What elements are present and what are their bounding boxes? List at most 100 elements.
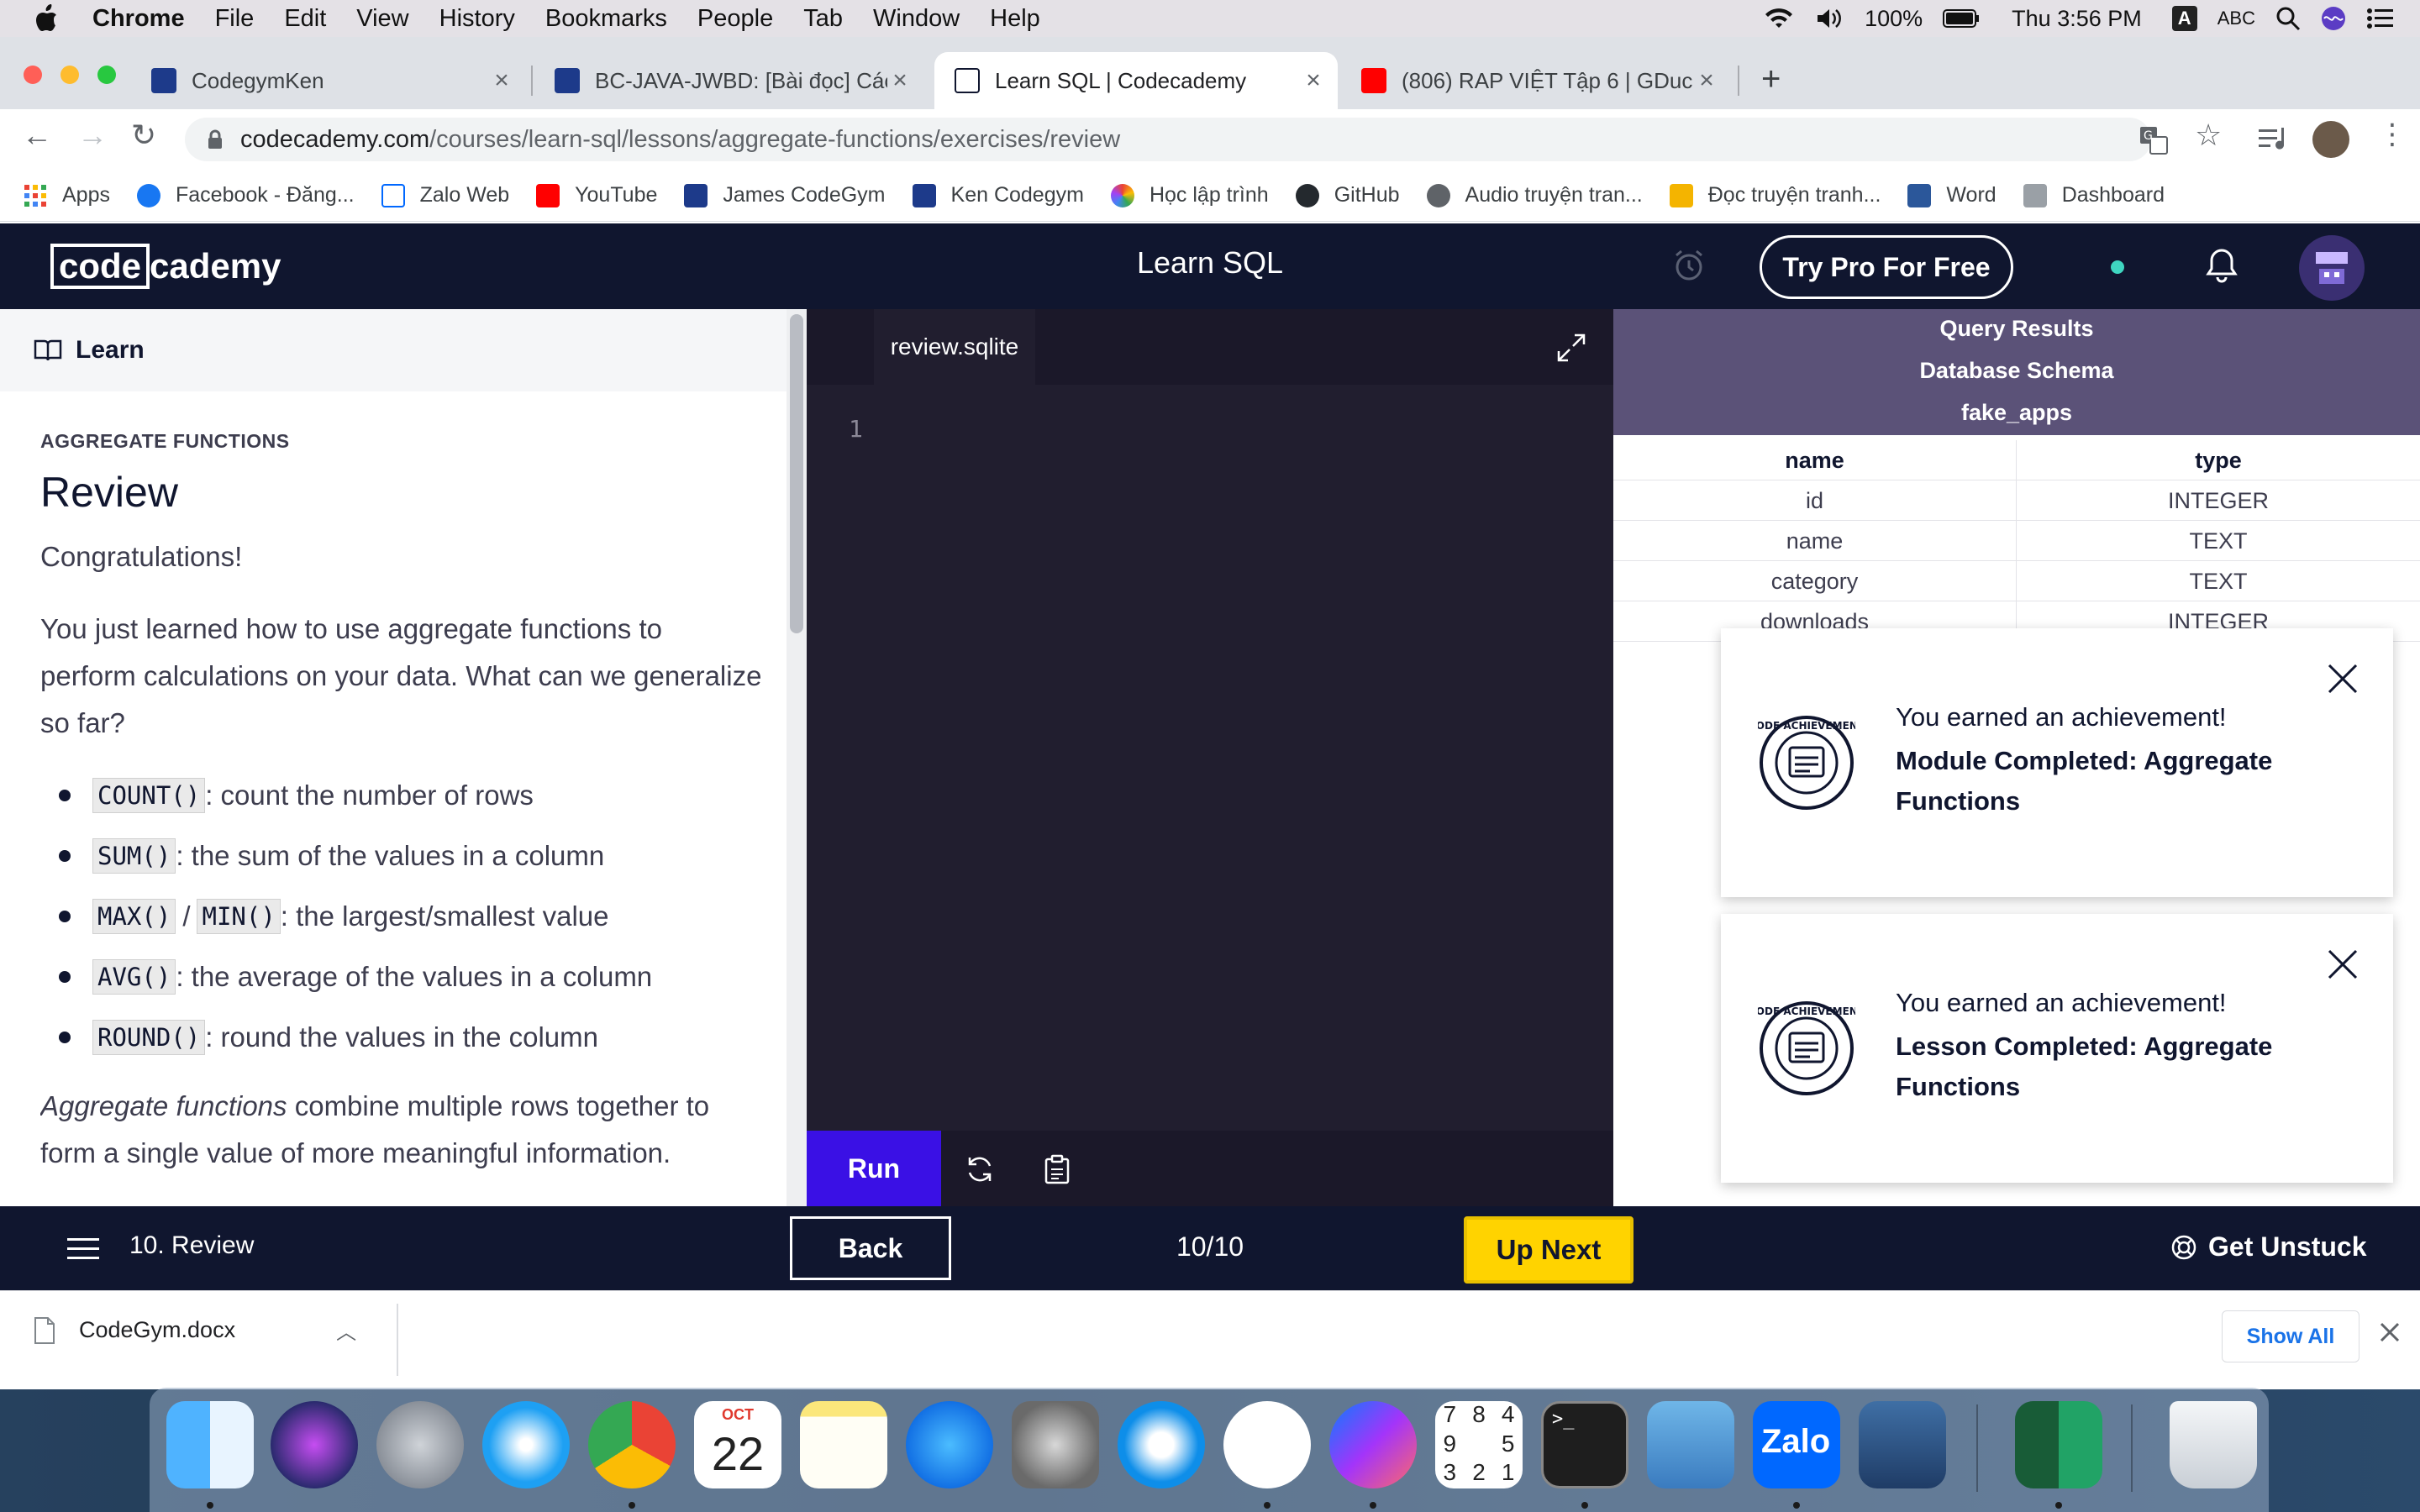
- calendar-icon[interactable]: OCT 22: [694, 1401, 781, 1488]
- volume-icon[interactable]: [1814, 6, 1844, 31]
- excel-icon[interactable]: [2015, 1401, 2102, 1488]
- back-button[interactable]: Back: [790, 1216, 951, 1280]
- new-tab-icon[interactable]: +: [1761, 60, 1781, 98]
- close-icon[interactable]: [2326, 948, 2360, 981]
- chrome-icon[interactable]: [588, 1401, 676, 1488]
- bookmark-audio-truyen[interactable]: Audio truyện tran...: [1426, 183, 1643, 207]
- slack-icon[interactable]: [1223, 1401, 1311, 1488]
- bookmark-github[interactable]: GitHub: [1295, 183, 1400, 207]
- menu-history[interactable]: History: [439, 5, 515, 33]
- codecademy-logo[interactable]: code cademy: [50, 244, 281, 289]
- close-tab-icon[interactable]: ×: [1301, 66, 1326, 95]
- zalo-icon[interactable]: Zalo: [1753, 1401, 1840, 1488]
- bookmark-youtube[interactable]: YouTube: [536, 183, 657, 207]
- input-source-label[interactable]: ABC: [2217, 8, 2255, 29]
- menu-bookmarks[interactable]: Bookmarks: [545, 5, 667, 33]
- siri-icon[interactable]: [2321, 6, 2346, 31]
- wifi-icon[interactable]: [1764, 6, 1794, 31]
- close-tab-icon[interactable]: ×: [887, 66, 913, 95]
- clipboard-icon[interactable]: [1042, 1154, 1072, 1184]
- input-source-icon[interactable]: A: [2171, 6, 2197, 31]
- show-all-button[interactable]: Show All: [2222, 1310, 2360, 1362]
- preview-icon[interactable]: [1647, 1401, 1734, 1488]
- translate-icon[interactable]: G: [2139, 126, 2168, 155]
- teamviewer-icon[interactable]: [1118, 1401, 1205, 1488]
- launchpad-icon[interactable]: [376, 1401, 464, 1488]
- bookmark-zalo-web[interactable]: Zalo Web: [381, 183, 509, 207]
- finder-icon[interactable]: [166, 1401, 254, 1488]
- menu-view[interactable]: View: [356, 5, 408, 33]
- close-window-button[interactable]: [24, 66, 42, 84]
- zoom-window-button[interactable]: [97, 66, 116, 84]
- learn-scrollbar-thumb[interactable]: [790, 314, 803, 633]
- run-button[interactable]: Run: [807, 1131, 941, 1206]
- trash-icon[interactable]: [2170, 1401, 2257, 1488]
- user-avatar[interactable]: [2299, 235, 2365, 301]
- media-control-icon[interactable]: [2259, 126, 2289, 153]
- mysql-workbench-icon[interactable]: [1859, 1401, 1946, 1488]
- profile-avatar[interactable]: [2312, 121, 2349, 158]
- menu-clock[interactable]: Thu 3:56 PM: [2012, 6, 2142, 32]
- file-tab-review-sqlite[interactable]: review.sqlite: [874, 309, 1035, 385]
- app-store-icon[interactable]: [906, 1401, 993, 1488]
- tab-codegymken[interactable]: CodegymKen ×: [131, 52, 526, 109]
- menu-edit[interactable]: Edit: [284, 5, 326, 33]
- close-icon[interactable]: [2378, 1320, 2402, 1344]
- tab-bc-java-jwbd[interactable]: BC-JAVA-JWBD: [Bài đọc] Các ×: [534, 52, 924, 109]
- chevron-up-icon[interactable]: ︿: [336, 1315, 356, 1345]
- get-unstuck-button[interactable]: Get Unstuck: [2171, 1231, 2366, 1263]
- bell-icon[interactable]: [2205, 247, 2238, 284]
- bookmark-apps[interactable]: Apps: [24, 183, 110, 207]
- battery-icon[interactable]: [1943, 6, 1980, 31]
- apple-logo-icon[interactable]: [34, 4, 59, 33]
- menu-window[interactable]: Window: [873, 5, 960, 33]
- running-indicator: [1793, 1502, 1800, 1509]
- bookmark-ken-codegym[interactable]: Ken Codegym: [912, 183, 1084, 207]
- siri-icon[interactable]: [271, 1401, 358, 1488]
- lock-icon[interactable]: [207, 129, 224, 150]
- bookmark-facebook[interactable]: Facebook - Đăng...: [136, 183, 355, 207]
- try-pro-button[interactable]: Try Pro For Free: [1760, 235, 2013, 299]
- minimize-window-button[interactable]: [60, 66, 79, 84]
- close-icon[interactable]: [2326, 662, 2360, 696]
- menu-tab[interactable]: Tab: [803, 5, 843, 33]
- database-schema-tab[interactable]: Database Schema: [1613, 358, 2420, 384]
- address-bar[interactable]: codecademy.com/courses/learn-sql/lessons…: [185, 118, 2151, 161]
- forward-arrow-icon[interactable]: →: [77, 118, 108, 153]
- code-editor[interactable]: [807, 309, 1613, 1206]
- query-results-tab[interactable]: Query Results: [1613, 316, 2420, 342]
- notes-icon[interactable]: [800, 1401, 887, 1488]
- safari-icon[interactable]: [482, 1401, 570, 1488]
- menu-people[interactable]: People: [697, 5, 773, 33]
- bookmark-star-icon[interactable]: ☆: [2195, 118, 2222, 153]
- alarm-clock-icon[interactable]: [1672, 249, 1706, 282]
- bookmark-james-codegym[interactable]: James CodeGym: [684, 183, 886, 207]
- menu-file[interactable]: File: [215, 5, 255, 33]
- tab-rap-viet[interactable]: (806) RAP VIỆT Tập 6 | GDuck ×: [1341, 52, 1731, 109]
- notification-center-icon[interactable]: [2366, 6, 2395, 31]
- spotlight-search-icon[interactable]: [2275, 6, 2301, 31]
- menu-help[interactable]: Help: [990, 5, 1040, 33]
- menu-app-name[interactable]: Chrome: [92, 5, 185, 33]
- up-next-button[interactable]: Up Next: [1464, 1216, 1634, 1284]
- bookmark-hoc-lap-trinh[interactable]: Học lập trình: [1110, 183, 1269, 207]
- download-item[interactable]: CodeGym.docx ︿: [34, 1315, 356, 1345]
- system-preferences-icon[interactable]: [1012, 1401, 1099, 1488]
- sudoku-icon[interactable]: 784 9 5 321: [1435, 1401, 1523, 1488]
- close-tab-icon[interactable]: ×: [489, 66, 514, 95]
- reset-icon[interactable]: [965, 1154, 995, 1184]
- bookmark-word[interactable]: Word: [1907, 183, 1996, 207]
- terminal-icon[interactable]: >_: [1541, 1401, 1628, 1488]
- expand-icon[interactable]: [1556, 333, 1586, 363]
- hamburger-menu-icon[interactable]: [67, 1236, 99, 1262]
- reload-icon[interactable]: ↻: [131, 118, 156, 153]
- current-lesson-title[interactable]: 10. Review: [129, 1231, 254, 1260]
- learn-tab[interactable]: Learn: [0, 309, 786, 391]
- tab-learn-sql[interactable]: Learn SQL | Codecademy ×: [934, 52, 1338, 109]
- messenger-icon[interactable]: [1329, 1401, 1417, 1488]
- close-tab-icon[interactable]: ×: [1694, 66, 1719, 95]
- bookmark-doc-truyen[interactable]: Đọc truyện tranh...: [1669, 183, 1881, 207]
- chrome-menu-icon[interactable]: ⋮: [2378, 118, 2407, 151]
- back-arrow-icon[interactable]: ←: [22, 118, 52, 153]
- bookmark-dashboard[interactable]: Dashboard: [2023, 183, 2165, 207]
